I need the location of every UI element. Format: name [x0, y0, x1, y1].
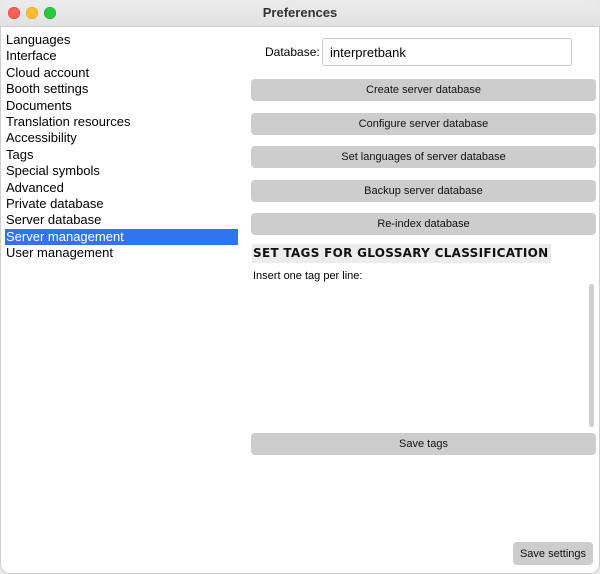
database-label: Database:: [265, 45, 320, 59]
sidebar-item-interface[interactable]: Interface: [5, 48, 238, 64]
sidebar-item-advanced[interactable]: Advanced: [5, 180, 238, 196]
tags-textarea[interactable]: [251, 284, 596, 428]
sidebar-item-private-database[interactable]: Private database: [5, 196, 238, 212]
sidebar-item-tags[interactable]: Tags: [5, 147, 238, 163]
sidebar-item-translation-resources[interactable]: Translation resources: [5, 114, 238, 130]
set-languages-server-database-button[interactable]: Set languages of server database: [251, 146, 596, 168]
sidebar-item-special-symbols[interactable]: Special symbols: [5, 163, 238, 179]
sidebar-item-booth-settings[interactable]: Booth settings: [5, 81, 238, 97]
reindex-database-button[interactable]: Re-index database: [251, 213, 596, 235]
sidebar-item-server-database[interactable]: Server database: [5, 212, 238, 228]
create-server-database-button[interactable]: Create server database: [251, 79, 596, 101]
backup-server-database-button[interactable]: Backup server database: [251, 180, 596, 202]
database-input[interactable]: [322, 38, 572, 66]
preferences-window: Preferences Languages Interface Cloud ac…: [0, 0, 600, 574]
tags-section-title: SET TAGS FOR GLOSSARY CLASSIFICATION: [252, 244, 552, 263]
save-settings-button[interactable]: Save settings: [513, 542, 593, 565]
window-title: Preferences: [262, 5, 338, 20]
title-bar[interactable]: Preferences: [0, 0, 600, 27]
sidebar-item-accessibility[interactable]: Accessibility: [5, 130, 238, 146]
sidebar-item-user-management[interactable]: User management: [5, 245, 238, 261]
configure-server-database-button[interactable]: Configure server database: [251, 113, 596, 135]
save-tags-button[interactable]: Save tags: [251, 433, 596, 455]
tags-scrollbar[interactable]: [589, 284, 594, 427]
tags-hint-label: Insert one tag per line:: [253, 270, 363, 282]
sidebar-item-cloud-account[interactable]: Cloud account: [5, 65, 238, 81]
sidebar-item-documents[interactable]: Documents: [5, 98, 238, 114]
sidebar-item-languages[interactable]: Languages: [5, 32, 238, 48]
sidebar-list: Languages Interface Cloud account Booth …: [5, 32, 238, 261]
sidebar-item-server-management[interactable]: Server management: [5, 228, 238, 246]
